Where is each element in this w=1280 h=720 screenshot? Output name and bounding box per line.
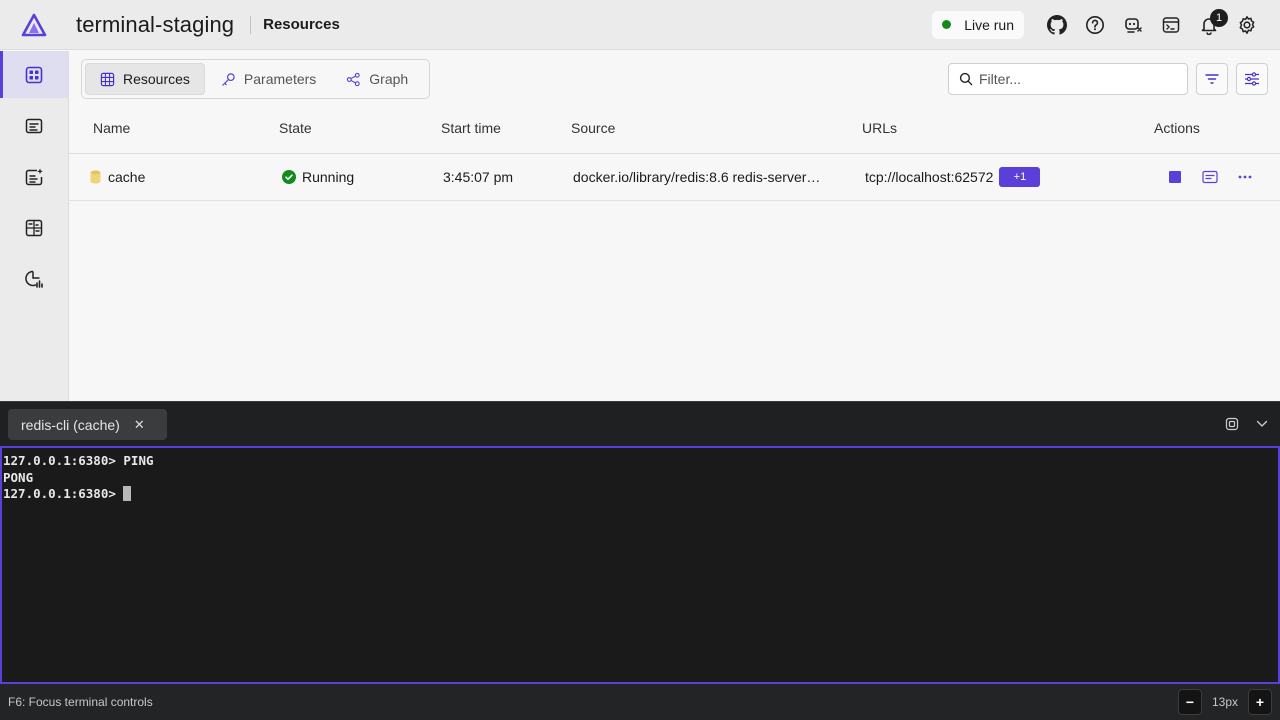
key-icon xyxy=(222,72,235,86)
chevron-down-icon xyxy=(1256,420,1268,427)
terminal-output[interactable]: 127.0.0.1:6380> PING PONG 127.0.0.1:6380… xyxy=(0,446,1280,684)
app-logo[interactable] xyxy=(0,0,68,50)
top-header: terminal-staging Resources Live run 1 xyxy=(0,0,1280,50)
filter-field[interactable] xyxy=(948,63,1188,95)
grid-icon xyxy=(25,66,43,83)
terminal-tab-label: redis-cli (cache) xyxy=(21,416,120,433)
notification-count-badge: 1 xyxy=(1210,8,1228,27)
more-actions-button[interactable] xyxy=(1230,162,1260,192)
share-graph-icon xyxy=(347,72,360,86)
focus-hint: F6: Focus terminal controls xyxy=(8,695,153,709)
help-icon xyxy=(1086,15,1104,34)
filter-lines-icon xyxy=(1205,74,1219,84)
stop-button[interactable] xyxy=(1160,162,1190,192)
check-circle-icon xyxy=(282,170,296,184)
close-icon[interactable]: ✕ xyxy=(134,417,145,433)
terminal-popout-button[interactable] xyxy=(1222,414,1242,434)
header-actions: Live run 1 xyxy=(932,6,1266,44)
tab-label: Parameters xyxy=(243,71,317,87)
column-header-name[interactable]: Name xyxy=(93,103,130,153)
more-urls-badge[interactable]: +1 xyxy=(999,167,1041,187)
table-icon xyxy=(100,72,115,86)
terminal-line: 127.0.0.1:6380> PING xyxy=(3,453,154,468)
terminal-tab-bar: redis-cli (cache) ✕ xyxy=(0,401,1280,446)
terminal-prompt: 127.0.0.1:6380> xyxy=(3,486,124,501)
increase-font-button[interactable]: + xyxy=(1248,689,1272,715)
terminal-line: PONG xyxy=(3,469,34,485)
tab-label: Resources xyxy=(123,71,190,87)
main-content: Resources Parameters Graph Name State St… xyxy=(69,51,1280,401)
column-header-start-time[interactable]: Start time xyxy=(441,103,501,153)
aspire-logo-icon xyxy=(21,13,47,36)
view-tabs: Resources Parameters Graph xyxy=(81,59,430,99)
tab-resources[interactable]: Resources xyxy=(85,63,205,95)
terminal-collapse-button[interactable] xyxy=(1252,414,1272,434)
resource-name[interactable]: cache xyxy=(108,169,145,185)
sliders-icon xyxy=(1245,72,1259,86)
stop-icon xyxy=(1169,171,1181,183)
app-title[interactable]: terminal-staging xyxy=(76,12,234,38)
sidebar-item-structured-logs[interactable] xyxy=(0,153,68,200)
copilot-icon xyxy=(1125,17,1142,33)
resource-actions-cell xyxy=(1160,154,1260,200)
log-icon xyxy=(1202,170,1218,184)
github-icon xyxy=(1047,14,1067,35)
decrease-font-button[interactable]: − xyxy=(1177,689,1202,715)
tab-label: Graph xyxy=(369,71,409,87)
sidebar-item-traces[interactable] xyxy=(0,204,68,251)
settings-sliders-button[interactable] xyxy=(1236,63,1268,95)
filter-input[interactable] xyxy=(979,71,1179,87)
search-icon xyxy=(959,72,973,86)
resource-name-cell: cache xyxy=(90,154,145,200)
terminal-cursor xyxy=(123,486,132,501)
notifications-button[interactable]: 1 xyxy=(1190,6,1228,44)
console-icon xyxy=(1162,16,1180,33)
sparkle-log-icon xyxy=(25,168,43,185)
filter-button[interactable] xyxy=(1196,63,1228,95)
resource-state-cell: Running xyxy=(282,154,354,200)
ellipsis-icon xyxy=(1238,175,1252,179)
font-size-value: 13px xyxy=(1211,695,1238,709)
gear-icon xyxy=(1239,15,1255,34)
column-header-state[interactable]: State xyxy=(279,103,312,153)
resource-source: docker.io/library/redis:8.6 redis-server… xyxy=(573,169,821,185)
live-status-dot xyxy=(942,20,952,29)
sidebar-item-resources[interactable] xyxy=(0,51,68,98)
font-size-controls: − 13px + xyxy=(1177,689,1272,715)
resource-url-link[interactable]: tcp://localhost:62572 xyxy=(865,169,993,185)
terminal-status-bar: F6: Focus terminal controls − 13px + xyxy=(0,684,1280,720)
tab-parameters[interactable]: Parameters xyxy=(207,63,330,95)
log-icon xyxy=(25,118,43,133)
popout-icon xyxy=(1225,417,1239,431)
copilot-button[interactable] xyxy=(1114,6,1152,44)
live-run-label: Live run xyxy=(964,16,1014,33)
page-title: Resources xyxy=(263,16,340,33)
resource-state: Running xyxy=(302,169,355,185)
traces-icon xyxy=(25,219,43,236)
column-header-source[interactable]: Source xyxy=(571,103,615,153)
help-button[interactable] xyxy=(1076,6,1114,44)
table-row[interactable]: cache Running 3:45:07 pm docker.io/libra… xyxy=(69,154,1280,201)
terminal-prompt-line: 127.0.0.1:6380> xyxy=(3,486,1278,503)
column-header-urls[interactable]: URLs xyxy=(862,103,897,153)
column-header-actions: Actions xyxy=(1154,120,1200,136)
tab-graph[interactable]: Graph xyxy=(332,63,422,95)
title-divider xyxy=(250,15,252,34)
sidebar-item-metrics[interactable] xyxy=(0,255,68,302)
terminal-tab[interactable]: redis-cli (cache) ✕ xyxy=(8,409,167,440)
github-button[interactable] xyxy=(1038,6,1076,44)
resource-start-time: 3:45:07 pm xyxy=(443,169,514,185)
metrics-icon xyxy=(25,270,43,288)
grid-header: Name State Start time Source URLs Action… xyxy=(69,103,1280,154)
view-logs-button[interactable] xyxy=(1190,162,1230,192)
sidebar-item-console-logs[interactable] xyxy=(0,102,68,149)
live-run-indicator[interactable]: Live run xyxy=(932,10,1024,39)
resource-urls-cell: tcp://localhost:62572 +1 xyxy=(865,154,1041,200)
console-button[interactable] xyxy=(1152,6,1190,44)
sidebar-nav xyxy=(0,51,69,401)
settings-button[interactable] xyxy=(1228,6,1266,44)
database-icon xyxy=(90,170,101,184)
